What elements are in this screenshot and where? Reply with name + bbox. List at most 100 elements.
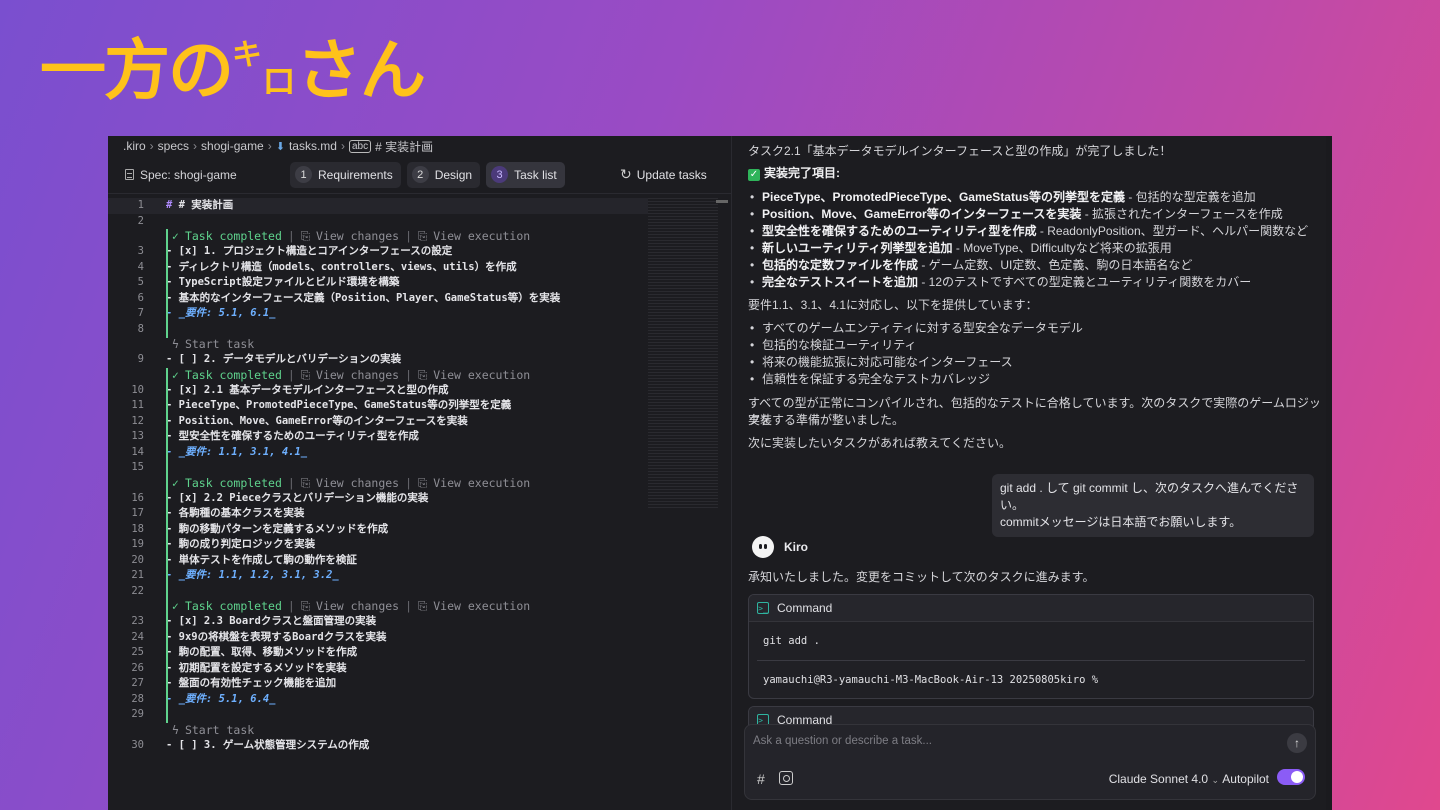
spec-title-label: Spec: shogi-game (140, 167, 237, 182)
terminal-icon: >_ (757, 602, 769, 614)
completed-gutter-bar (166, 229, 168, 338)
view-execution-icon: ⎘ (418, 599, 428, 613)
breadcrumb: .kiro › specs › shogi-game › ⬇ tasks.md › ab… (123, 138, 434, 155)
view-changes-link[interactable]: View changes (316, 229, 399, 244)
minimap[interactable] (648, 198, 718, 508)
code-line: 16 - [x] 2.2 Pieceクラスとバリデーション機能の実装 (131, 491, 429, 504)
tab-requirements[interactable]: 1 Requirements (290, 161, 401, 188)
image-attach-icon[interactable] (779, 771, 793, 785)
list-item: 型安全性を確保するためのユーティリティ型を作成 - ReadonlyPositi… (748, 223, 1308, 240)
scrollbar-thumb[interactable] (716, 200, 728, 203)
update-tasks-button[interactable]: ↻ Update tasks (620, 166, 707, 183)
task-lens: ✓ Task completed | ⎘ View changes | ⎘ View exec… (172, 599, 531, 614)
code-line: 30- [ ] 3. ゲーム状態管理システムの作成 (131, 738, 370, 751)
breadcrumb-file[interactable]: tasks.md (289, 139, 337, 153)
code-line: 28 - _要件: 5.1, 6.4_ (131, 692, 276, 705)
start-task-link[interactable]: Start task (185, 723, 254, 738)
list-item: PieceType、PromotedPieceType、GameStatus等の… (748, 189, 1308, 206)
spec-tabs: 1 Requirements 2 Design 3 Task list (290, 161, 565, 188)
agent-name: Kiro (784, 540, 808, 554)
check-icon: ✓ (172, 229, 179, 243)
next-prompt: 次に実装したいタスクがあれば教えてください。 (748, 436, 1012, 450)
view-execution-link[interactable]: View execution (433, 476, 530, 491)
chat-scrollbar[interactable] (1326, 136, 1332, 810)
list-item: 包括的な定数ファイルを作成 - ゲーム定数、UI定数、色定義、駒の日本語名など (748, 257, 1308, 274)
code-line: 15 (131, 461, 144, 473)
task-lens: ✓ Task completed | ⎘ View changes | ⎘ View exec… (172, 367, 531, 383)
autopilot-label: Autopilot (1222, 772, 1269, 786)
list-item: すべてのゲームエンティティに対する型安全なデータモデル (748, 320, 1083, 337)
autopilot-toggle[interactable] (1277, 769, 1305, 785)
code-line: 11 - PieceType、PromotedPieceType、GameSta… (131, 399, 512, 411)
send-button[interactable]: ↑ (1287, 733, 1307, 753)
code-line: 5 - TypeScript設定ファイルとビルド環境を構築 (137, 276, 400, 288)
breadcrumb-shogi-game[interactable]: shogi-game (201, 139, 264, 153)
view-changes-link[interactable]: View changes (316, 368, 399, 383)
start-icon: ϟ (172, 722, 179, 737)
list-item: 将来の機能拡張に対応可能なインターフェース (748, 354, 1083, 371)
view-changes-icon: ⎘ (300, 475, 311, 490)
view-changes-link[interactable]: View changes (316, 599, 399, 614)
breadcrumb-specs[interactable]: specs (158, 139, 189, 153)
view-execution-link[interactable]: View execution (433, 368, 530, 383)
agent-message: タスク2.1「基本データモデルインターフェースと型の作成」が完了しました！ (748, 144, 1172, 158)
command-text: git add . (763, 635, 820, 647)
code-line: 1 # # 実装計画 (108, 198, 648, 214)
view-changes-link[interactable]: View changes (316, 476, 399, 491)
agent-header: Kiro (752, 536, 808, 558)
agent-reply: 承知いたしました。変更をコミットして次のタスクに進みます。 (748, 570, 1095, 584)
tab-design[interactable]: 2 Design (406, 161, 481, 188)
code-line: 22 (131, 584, 144, 597)
code-line: 12 - Position、Move、GameError等のインターフェースを実… (131, 414, 468, 427)
view-changes-icon: ⎘ (300, 367, 311, 382)
code-line: 4 - ディレクトリ構造（models、controllers、views、ut… (137, 260, 517, 273)
task-completed-label: Task completed (184, 367, 282, 382)
kiro-ghost-icon (752, 536, 774, 558)
requirements-intro: 要件1.1、3.1、4.1に対応し、以下を提供しています： (748, 298, 1038, 312)
code-line: 13 - 型安全性を確保するためのユーティリティ型を作成 (131, 430, 419, 442)
chat-input[interactable]: Ask a question or describe a task... ↑ #… (744, 724, 1316, 800)
list-item: 完全なテストスイートを追加 - 12のテストですべての型定義とユーティリティ関数… (748, 274, 1308, 291)
code-line: 2 (137, 214, 144, 227)
view-execution-link[interactable]: View execution (433, 229, 530, 244)
code-line: 21 - _要件: 1.1, 1.2, 3.1, 3.2_ (131, 569, 339, 581)
list-item: 新しいユーティリティ列挙型を追加 - MoveType、Difficultyなど… (748, 240, 1308, 257)
tab-label: Task list (514, 167, 557, 182)
user-message: git add . して git commit し、次のタスクへ進んでください。… (992, 474, 1314, 537)
completed-gutter-bar (166, 368, 168, 476)
summary-line: 実装する準備が整いました。 (748, 413, 905, 427)
view-execution-icon: ⎘ (418, 229, 428, 243)
code-line: 9- [ ] 2. データモデルとバリデーションの実装 (137, 353, 402, 365)
document-icon (125, 169, 134, 180)
list-item: Position、Move、GameError等のインターフェースを実装 - 拡… (748, 206, 1308, 223)
tab-label: Design (434, 167, 473, 182)
tab-label: Requirements (318, 167, 393, 182)
breadcrumb-symbol[interactable]: # 実装計画 (375, 138, 433, 155)
code-line: 26 - 初期配置を設定するメソッドを実装 (131, 661, 347, 674)
code-line: 17 - 各駒種の基本クラスを実装 (131, 507, 305, 519)
start-task-link[interactable]: Start task (185, 337, 254, 352)
command-header[interactable]: >_ Command (749, 595, 1313, 622)
task-completed-label: Task completed (184, 229, 282, 243)
context-hash-icon[interactable]: # (757, 771, 765, 787)
code-line: 18 - 駒の移動パターンを定義するメソッドを作成 (131, 522, 389, 535)
command-block: >_ Command git add . yamauchi@R3-yamauch… (748, 594, 1314, 699)
code-line: 25 - 駒の配置、取得、移動メソッドを作成 (131, 646, 358, 658)
tab-task-list[interactable]: 3 Task list (486, 161, 565, 188)
spec-toolbar: Spec: shogi-game 1 Requirements 2 Design 3… (108, 156, 731, 194)
view-execution-icon: ⎘ (418, 475, 428, 490)
model-selector[interactable]: Claude Sonnet 4.0 ⌄ (1109, 772, 1219, 786)
update-tasks-label: Update tasks (636, 167, 707, 182)
breadcrumb-kiro[interactable]: .kiro (123, 139, 146, 153)
code-editor[interactable]: 1 # # 実装計画 2 ✓ Task completed | ⎘ View change… (108, 198, 648, 810)
checkbox-icon: ✓ (748, 168, 760, 181)
terminal-prompt: yamauchi@R3-yamauchi-M3-MacBook-Air-13 2… (757, 660, 1305, 698)
code-line: 10 - [x] 2.1 基本データモデルインターフェースと型の作成 (131, 383, 449, 396)
check-icon: ✓ (172, 599, 179, 613)
code-line: 3- [x] 1. プロジェクト構造とコアインターフェースの設定 (137, 245, 453, 257)
code-line: 6 - 基本的なインターフェース定義（Position、Player、GameS… (137, 291, 561, 304)
view-execution-link[interactable]: View execution (433, 599, 530, 614)
editor-pane: .kiro › specs › shogi-game › ⬇ tasks.md › ab… (108, 136, 732, 810)
code-line: 7 - _要件: 5.1, 6.1_ (137, 307, 276, 319)
list-item: 包括的な検証ユーティリティ (748, 337, 1083, 354)
